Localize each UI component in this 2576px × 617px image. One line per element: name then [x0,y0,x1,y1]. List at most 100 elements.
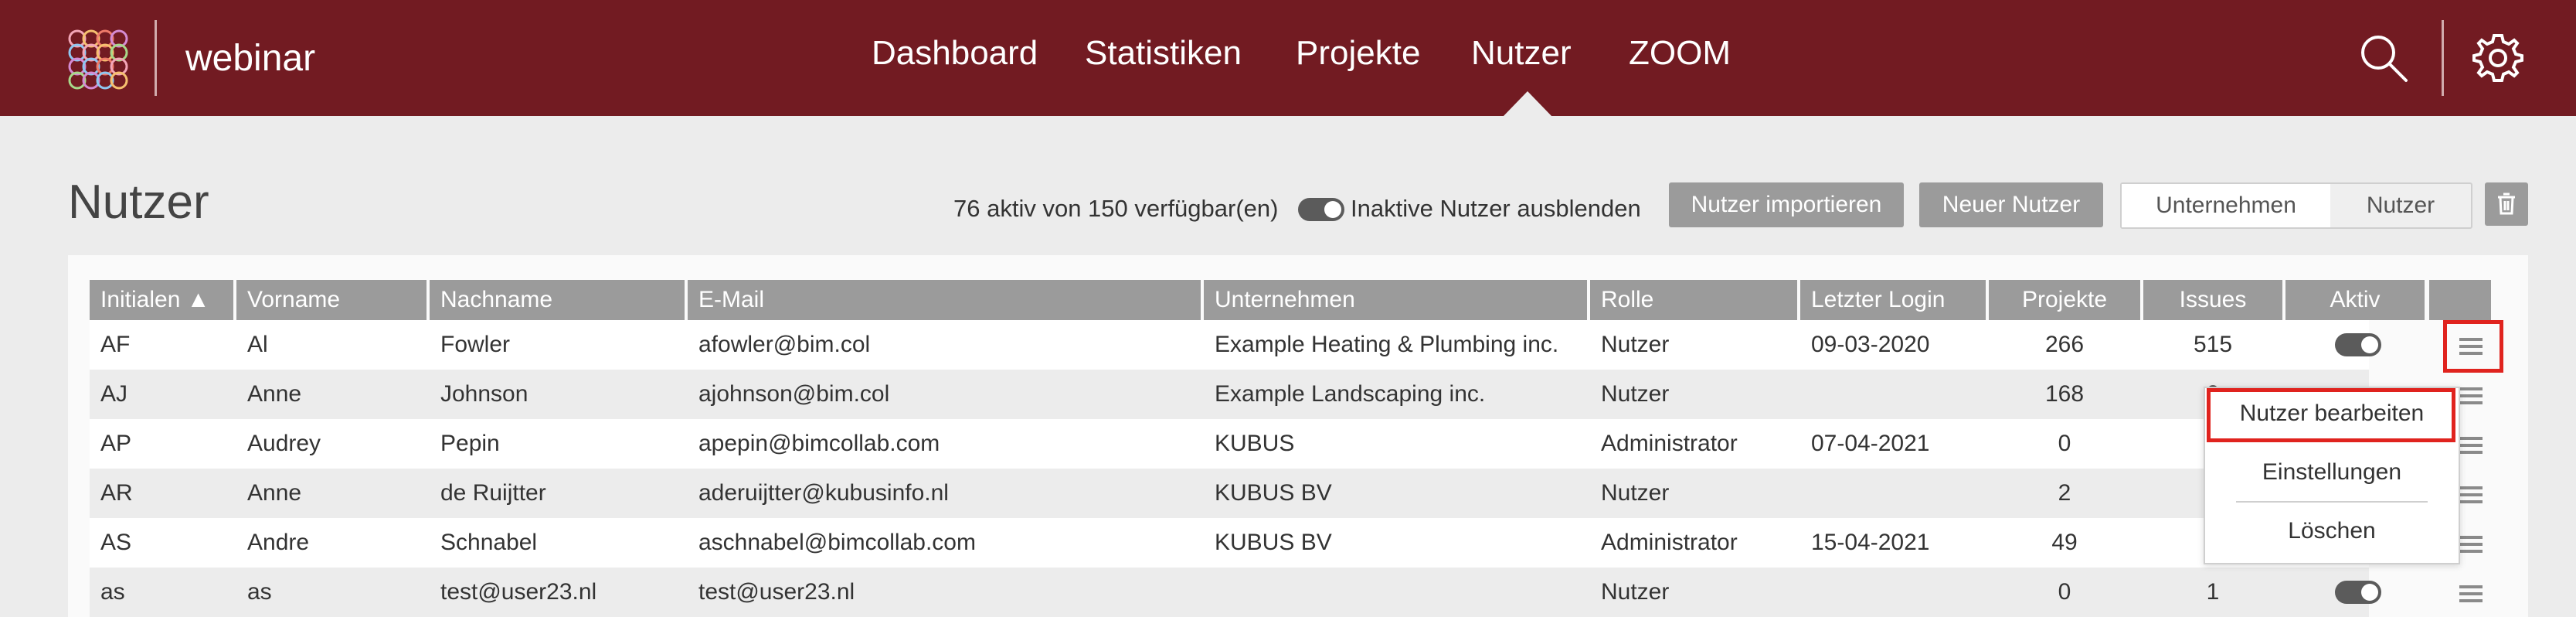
menu-divider [2236,501,2428,503]
row-menu-icon[interactable] [2459,486,2483,503]
column-header-aktiv[interactable]: Aktiv [2285,280,2425,320]
hide-inactive-label: Inaktive Nutzer ausblenden [1351,195,1641,222]
delete-button[interactable] [2485,182,2528,226]
column-header-rolle[interactable]: Rolle [1590,280,1797,320]
cell-last-login: 15-04-2021 [1811,530,1930,555]
cell-initials: AS [100,530,132,555]
menu-item-highlight [2207,388,2455,442]
active-toggle[interactable] [2335,581,2381,604]
divider [2442,20,2444,96]
cell-last-name: Pepin [440,431,500,456]
view-segment-control: Unternehmen Nutzer [2120,182,2472,229]
table-row[interactable]: AF Al Fowler afowler@bim.col Example Hea… [90,320,2369,370]
cell-initials: AP [100,431,132,456]
cell-email: aderuijtter@kubusinfo.nl [698,480,949,506]
import-users-button[interactable]: Nutzer importieren [1669,182,1904,227]
search-icon[interactable] [2357,31,2411,85]
cell-first-name: Anne [247,480,302,506]
cell-last-name: Johnson [440,381,528,407]
column-header-nachname[interactable]: Nachname [430,280,685,320]
cell-company: KUBUS BV [1215,530,1332,555]
gear-icon[interactable] [2471,31,2525,85]
cell-last-name: Schnabel [440,530,538,555]
column-header-actions [2429,280,2491,320]
row-menu-highlight [2443,320,2503,373]
divider [155,20,157,96]
table-row[interactable]: AR Anne de Ruijtter aderuijtter@kubusinf… [90,469,2369,518]
cell-projects: 0 [2058,579,2071,605]
cell-issues: 1 [2206,579,2220,605]
menu-item-delete[interactable]: Löschen [2205,518,2459,544]
cell-first-name: Andre [247,530,310,555]
segment-nutzer[interactable]: Nutzer [2330,184,2471,227]
column-header-unternehmen[interactable]: Unternehmen [1204,280,1587,320]
cell-first-name: Anne [247,381,302,407]
cell-projects: 266 [2044,332,2085,357]
cell-email: afowler@bim.col [698,332,871,357]
row-menu-icon[interactable] [2459,387,2483,404]
nav-nutzer[interactable]: Nutzer [1471,34,1572,73]
column-header-projekte[interactable]: Projekte [1989,280,2140,320]
cell-role: Nutzer [1601,332,1670,357]
brand-name: webinar [185,38,316,79]
cell-last-login [1800,370,1811,419]
cell-last-login: 07-04-2021 [1811,431,1930,456]
cell-projects: 0 [2058,431,2071,456]
trash-icon [2498,193,2515,215]
nav-projekte[interactable]: Projekte [1296,34,1420,73]
hide-inactive-toggle[interactable] [1298,198,1344,221]
cell-role: Administrator [1601,530,1738,555]
cell-initials: as [100,579,125,605]
active-toggle[interactable] [2335,333,2381,356]
cell-email: apepin@bimcollab.com [698,431,940,456]
cell-projects: 168 [2044,381,2085,407]
cell-initials: AF [100,332,131,357]
cell-role: Nutzer [1601,579,1670,605]
cell-initials: AJ [100,381,128,407]
cell-last-login: 09-03-2020 [1811,332,1930,357]
column-header-email[interactable]: E-Mail [688,280,1201,320]
cell-company [1204,568,1215,617]
cell-first-name: as [247,579,272,605]
cell-role: Nutzer [1601,381,1670,407]
table-row[interactable]: as as test@user23.nl test@user23.nl Nutz… [90,568,2369,617]
row-menu-icon[interactable] [2459,437,2483,454]
cell-last-name: Fowler [440,332,511,357]
cell-role: Nutzer [1601,480,1670,506]
nav-zoom[interactable]: ZOOM [1629,34,1731,73]
active-count-text: 76 aktiv von 150 verfügbar(en) [953,195,1279,222]
column-header-letzter-login[interactable]: Letzter Login [1800,280,1986,320]
table-row[interactable]: AP Audrey Pepin apepin@bimcollab.com KUB… [90,419,2369,469]
page-title: Nutzer [68,176,209,229]
cell-email: aschnabel@bimcollab.com [698,530,976,555]
cell-projects: 2 [2058,480,2071,506]
row-menu-icon[interactable] [2459,536,2483,553]
cell-projects: 49 [2051,530,2078,555]
new-user-button[interactable]: Neuer Nutzer [1919,182,2103,227]
cell-last-login [1800,469,1811,518]
column-header-vorname[interactable]: Vorname [236,280,427,320]
top-navigation-bar: webinar Dashboard Statistiken Projekte N… [0,0,2576,116]
segment-unternehmen[interactable]: Unternehmen [2122,184,2330,227]
column-header-issues[interactable]: Issues [2143,280,2282,320]
table-header: Initialen ▲ Vorname Nachname E-Mail Unte… [90,280,2491,320]
cell-company: Example Landscaping inc. [1215,381,1486,407]
table-row[interactable]: AJ Anne Johnson ajohnson@bim.col Example… [90,370,2369,419]
logo-icon[interactable] [66,28,128,90]
cell-last-login [1800,568,1811,617]
cell-issues: 515 [2193,332,2233,357]
nav-statistiken[interactable]: Statistiken [1085,34,1242,73]
cell-email: ajohnson@bim.col [698,381,890,407]
column-header-initialen[interactable]: Initialen ▲ [90,280,233,320]
row-menu-icon[interactable] [2459,585,2483,602]
cell-first-name: Al [247,332,268,357]
menu-item-settings[interactable]: Einstellungen [2205,459,2459,486]
cell-last-name: de Ruijtter [440,480,546,506]
cell-company: KUBUS [1215,431,1295,456]
table-row[interactable]: AS Andre Schnabel aschnabel@bimcollab.co… [90,518,2369,568]
cell-company: Example Heating & Plumbing inc. [1215,332,1559,357]
cell-last-name: test@user23.nl [440,579,597,605]
cell-initials: AR [100,480,133,506]
cell-company: KUBUS BV [1215,480,1332,506]
nav-dashboard[interactable]: Dashboard [872,34,1038,73]
